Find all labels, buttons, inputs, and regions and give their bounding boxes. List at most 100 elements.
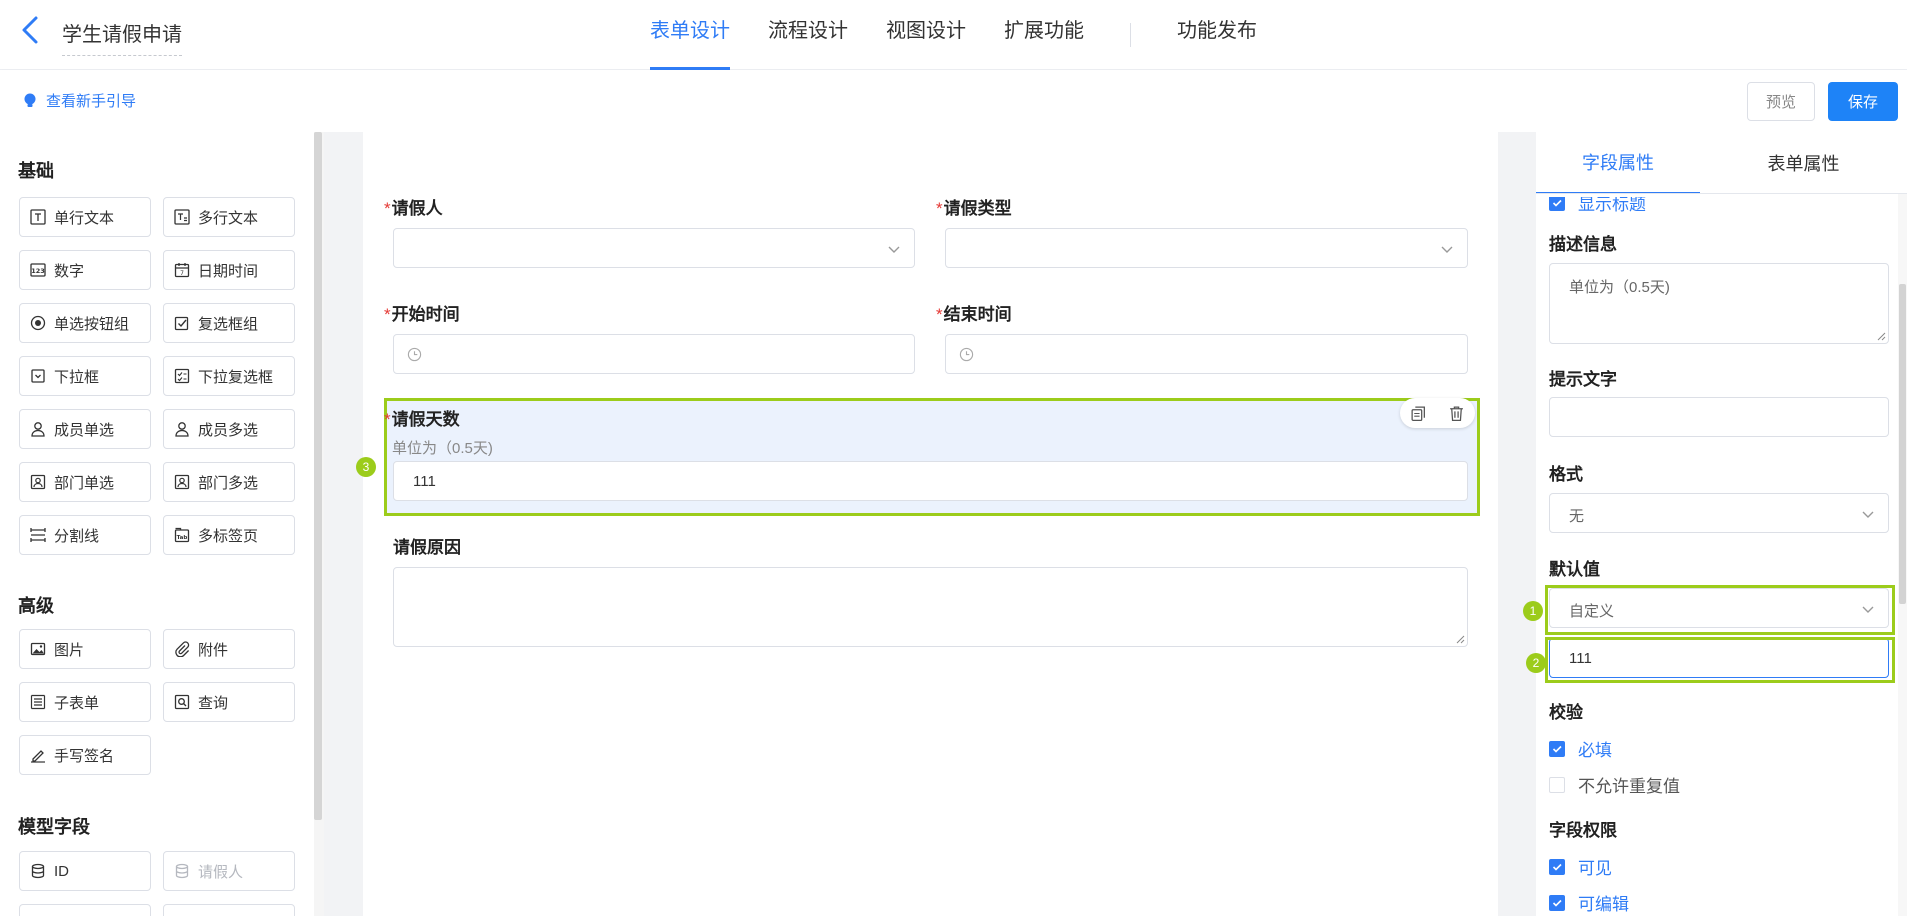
visible-label: 可见 xyxy=(1578,859,1612,878)
comp-dropdown[interactable]: 下拉框 xyxy=(19,356,151,396)
trash-icon[interactable] xyxy=(1448,405,1465,422)
app-title[interactable]: 学生请假申请 xyxy=(62,18,182,56)
comp-single-text[interactable]: 单行文本 xyxy=(19,197,151,237)
database-icon xyxy=(31,863,45,879)
tab-publish[interactable]: 功能发布 xyxy=(1177,0,1257,70)
applicant-select[interactable] xyxy=(393,228,915,268)
tab-view-design[interactable]: 视图设计 xyxy=(886,0,966,70)
divider-icon xyxy=(30,528,46,542)
field-label-start-time[interactable]: *开始时间 xyxy=(384,300,460,325)
field-label-leave-type[interactable]: *请假类型 xyxy=(936,194,1012,219)
left-scrollbar-thumb[interactable] xyxy=(314,132,322,820)
comp-label: 查询 xyxy=(198,694,229,712)
left-scrollbar[interactable] xyxy=(314,132,324,916)
guide-link[interactable]: 查看新手引导 xyxy=(24,90,136,111)
save-button[interactable]: 保存 xyxy=(1828,82,1898,121)
right-scrollbar[interactable] xyxy=(1898,194,1907,916)
users-icon xyxy=(175,422,189,437)
tab-flow-design[interactable]: 流程设计 xyxy=(768,0,848,70)
comp-multi-text[interactable]: 多行文本 xyxy=(163,197,295,237)
comp-divider[interactable]: 分割线 xyxy=(19,515,151,555)
default-value-label: 默认值 xyxy=(1549,560,1600,579)
leave-type-select[interactable] xyxy=(945,228,1468,268)
comp-query[interactable]: 查询 xyxy=(163,682,295,722)
desc-info-textarea[interactable]: 单位为（0.5天) xyxy=(1549,263,1889,344)
desc-info-label: 描述信息 xyxy=(1549,235,1617,254)
required-checkbox[interactable]: 必填 xyxy=(1549,736,1612,761)
comp-label: 分割线 xyxy=(54,527,100,545)
comp-subform[interactable]: 子表单 xyxy=(19,682,151,722)
field-label-text: 请假类型 xyxy=(943,199,1012,218)
pen-icon xyxy=(31,750,45,763)
annotation-marker-2: 2 xyxy=(1526,653,1546,673)
resize-handle-icon[interactable] xyxy=(1455,634,1465,644)
tab-field-properties[interactable]: 字段属性 xyxy=(1536,132,1700,194)
group-title-basic: 基础 xyxy=(18,161,54,181)
comp-dept-single[interactable]: 部门单选 xyxy=(19,462,151,502)
back-arrow-icon[interactable] xyxy=(18,14,44,46)
start-time-picker[interactable] xyxy=(393,334,915,374)
comp-model-more[interactable] xyxy=(163,904,295,916)
visible-checkbox[interactable]: 可见 xyxy=(1549,854,1612,879)
comp-datetime[interactable]: 7 日期时间 xyxy=(163,250,295,290)
comp-image[interactable]: 图片 xyxy=(19,629,151,669)
comp-model-id[interactable]: ID xyxy=(19,851,151,891)
paperclip-icon xyxy=(175,641,190,657)
comp-label: 子表单 xyxy=(54,694,100,712)
comp-label: 多行文本 xyxy=(198,209,259,227)
checkbox-checked-icon xyxy=(1549,740,1565,757)
calendar-icon: 7 xyxy=(174,263,190,278)
clock-icon xyxy=(407,347,422,362)
search-icon xyxy=(174,694,190,710)
number-icon: 123 xyxy=(30,263,46,277)
comp-number[interactable]: 123 数字 xyxy=(19,250,151,290)
right-scrollbar-thumb[interactable] xyxy=(1899,284,1906,604)
checkbox-icon xyxy=(174,316,189,331)
comp-model-more[interactable] xyxy=(19,904,151,916)
comp-dropdown-multi[interactable]: 下拉复选框 xyxy=(163,356,295,396)
comp-label: 单选按钮组 xyxy=(54,315,130,333)
comp-label: 成员多选 xyxy=(198,421,259,439)
comp-signature[interactable]: 手写签名 xyxy=(19,735,151,775)
comp-checkbox-group[interactable]: 复选框组 xyxy=(163,303,295,343)
comp-attachment[interactable]: 附件 xyxy=(163,629,295,669)
comp-dept-multi[interactable]: 部门多选 xyxy=(163,462,295,502)
field-label-applicant[interactable]: *请假人 xyxy=(384,194,443,219)
tab-form-properties[interactable]: 表单属性 xyxy=(1700,132,1907,194)
database-icon xyxy=(175,863,189,879)
checkbox-checked-icon xyxy=(1549,858,1565,875)
hint-text-input[interactable] xyxy=(1549,397,1889,437)
field-label-leave-reason[interactable]: 请假原因 xyxy=(393,533,461,558)
preview-button[interactable]: 预览 xyxy=(1747,82,1815,121)
format-label: 格式 xyxy=(1549,465,1583,484)
copy-icon[interactable] xyxy=(1410,405,1427,422)
tab-extensions[interactable]: 扩展功能 xyxy=(1004,0,1084,70)
image-icon xyxy=(30,642,46,656)
format-select[interactable]: 无 xyxy=(1549,493,1889,533)
desc-info-value: 单位为（0.5天) xyxy=(1569,279,1670,296)
annotation-marker-1: 1 xyxy=(1523,601,1543,621)
editable-checkbox[interactable]: 可编辑 xyxy=(1549,890,1629,915)
no-duplicate-checkbox[interactable]: 不允许重复值 xyxy=(1549,772,1680,797)
leave-reason-textarea[interactable] xyxy=(393,567,1468,647)
comp-label: 图片 xyxy=(54,641,85,659)
comp-member-multi[interactable]: 成员多选 xyxy=(163,409,295,449)
leave-days-value: 111 xyxy=(413,473,436,490)
text-icon xyxy=(30,209,46,225)
svg-text:123: 123 xyxy=(31,267,45,275)
comp-multi-tab[interactable]: Tab 多标签页 xyxy=(163,515,295,555)
end-time-picker[interactable] xyxy=(945,334,1468,374)
comp-member-single[interactable]: 成员单选 xyxy=(19,409,151,449)
required-mark: * xyxy=(384,305,391,324)
format-value: 无 xyxy=(1569,508,1585,525)
lightbulb-icon xyxy=(24,93,36,107)
properties-panel: 字段属性 表单属性 显示标题 描述信息 单位为（0.5天) 提示文字 格式 无 … xyxy=(1536,132,1907,916)
tab-form-design[interactable]: 表单设计 xyxy=(650,0,730,70)
comp-radio-group[interactable]: 单选按钮组 xyxy=(19,303,151,343)
leave-days-input[interactable]: 111 xyxy=(393,461,1468,501)
resize-handle-icon[interactable] xyxy=(1876,331,1886,341)
field-label-end-time[interactable]: *结束时间 xyxy=(936,300,1012,325)
group-title-model: 模型字段 xyxy=(18,817,90,837)
checkbox-checked-icon xyxy=(1549,894,1565,911)
editable-label: 可编辑 xyxy=(1578,895,1629,914)
